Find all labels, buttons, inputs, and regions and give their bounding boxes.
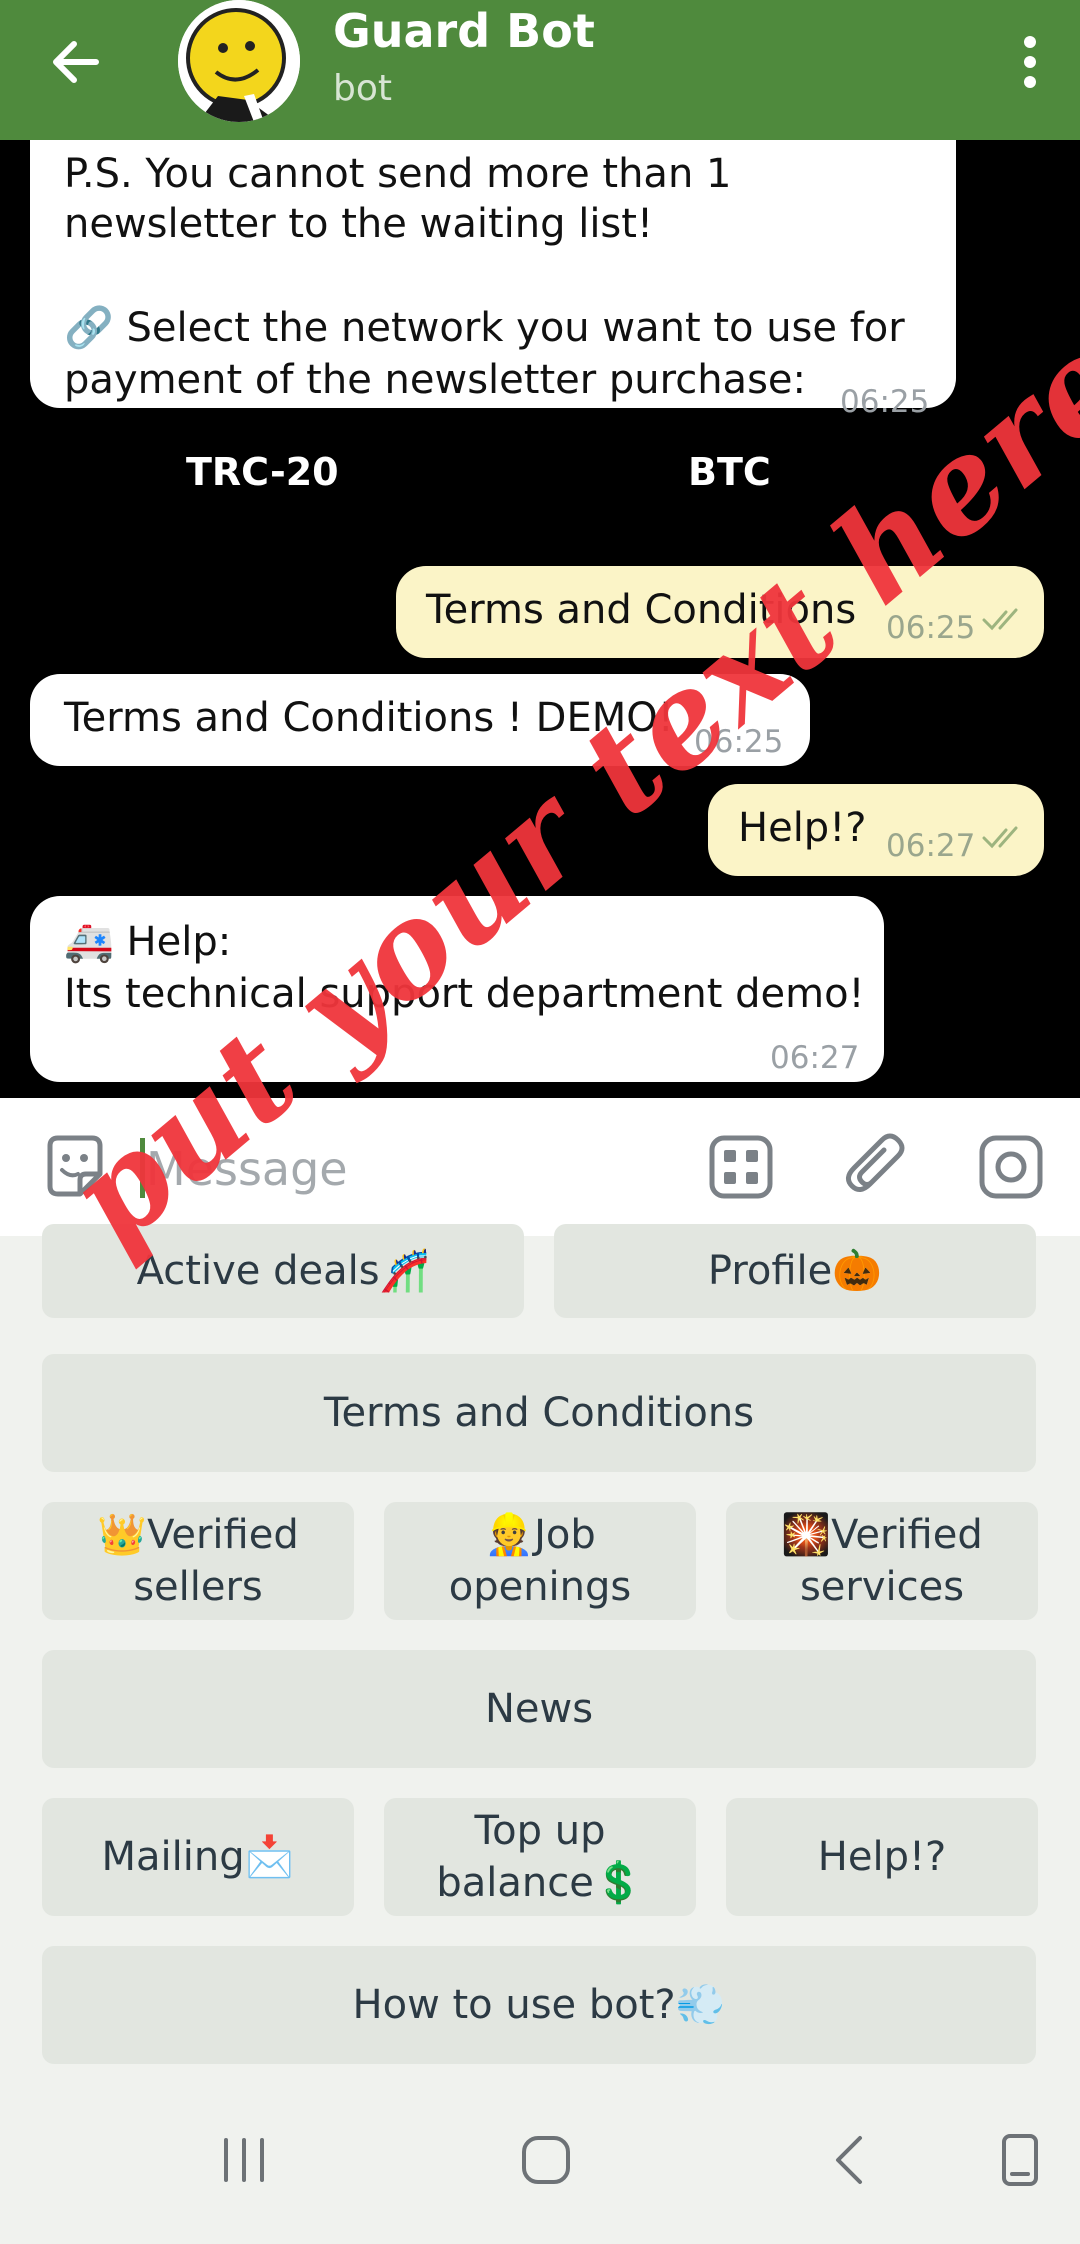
chat-title[interactable]: Guard Bot [333,4,595,58]
message-text: Help!? [738,805,867,851]
nav-back-icon[interactable] [820,2130,880,2190]
message-time: 06:25 [840,384,930,420]
message-text-line: 🚑 Help: [64,919,232,965]
message-outgoing[interactable]: Help!? 06:27 [708,784,1044,876]
message-text-line: P.S. You cannot send more than 1 [64,151,732,197]
rotate-icon[interactable] [990,2130,1050,2190]
message-incoming[interactable]: P.S. You cannot send more than 1 newslet… [30,140,956,420]
reply-button-verified-sellers[interactable]: 👑Verified sellers [42,1502,354,1620]
recents-icon[interactable] [214,2130,274,2190]
camera-icon[interactable] [976,1132,1046,1202]
message-text-line: payment of the newsletter purchase: [64,357,806,403]
home-icon[interactable] [516,2130,576,2190]
message-time: 06:27 [886,828,976,864]
attach-icon[interactable] [842,1132,912,1202]
double-check-icon [982,826,1018,849]
reply-button-mailing[interactable]: Mailing📩 [42,1798,354,1916]
reply-button-news[interactable]: News [42,1650,1036,1768]
reply-button-top-up-balance[interactable]: Top up balance💲 [384,1798,696,1916]
system-nav-bar [0,2084,1080,2244]
reply-button-job-openings[interactable]: 👷Job openings [384,1502,696,1620]
bot-avatar[interactable] [178,0,300,122]
more-vert-icon[interactable] [1010,30,1050,94]
reply-keyboard: Active deals🎢 Profile🎃 Terms and Conditi… [0,1224,1080,2084]
message-text-line: 🔗 Select the network you want to use for [64,305,905,351]
back-arrow-icon[interactable] [44,30,108,94]
reply-button-profile[interactable]: Profile🎃 [554,1224,1036,1318]
chat-header: Guard Bot bot [0,0,1080,140]
reply-button-terms[interactable]: Terms and Conditions [42,1354,1036,1472]
inline-button-btc[interactable]: BTC [688,450,771,494]
message-time: 06:27 [770,1040,860,1076]
reply-button-help[interactable]: Help!? [726,1798,1038,1916]
inline-button-trc20[interactable]: TRC-20 [186,450,339,494]
message-text-line: newsletter to the waiting list! [64,201,653,247]
double-check-icon [982,608,1018,631]
reply-button-how-to-use[interactable]: How to use bot?💨 [42,1946,1036,2064]
reply-button-verified-services[interactable]: 🎇Verified services [726,1502,1038,1620]
chat-subtitle: bot [333,68,392,109]
telegram-chat-screen: Guard Bot bot P.S. You cannot send more … [0,0,1080,2244]
bot-commands-icon[interactable] [706,1132,776,1202]
